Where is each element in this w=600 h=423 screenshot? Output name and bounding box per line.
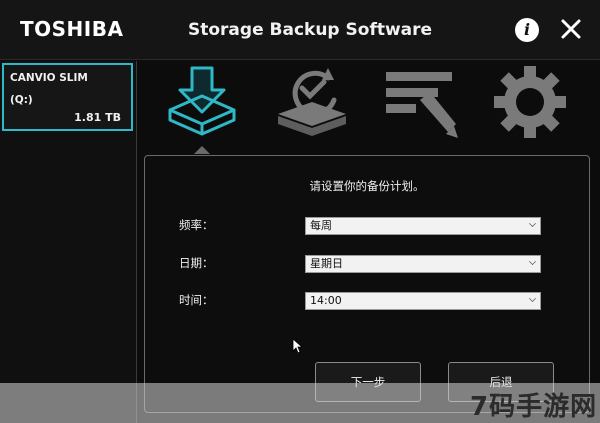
frequency-select[interactable]: 每周 [305, 217, 541, 235]
chevron-down-icon [529, 258, 536, 265]
device-capacity: 1.81 TB [74, 111, 121, 124]
date-value: 星期日 [310, 257, 343, 270]
chevron-down-icon [529, 295, 536, 302]
settings-gear-icon[interactable] [490, 64, 570, 140]
device-item-canvio-slim[interactable]: CANVIO SLIM (Q:) 1.81 TB [2, 63, 133, 131]
chevron-down-icon [529, 220, 536, 227]
watermark-text: 7码手游网 [470, 392, 598, 422]
time-label: 时间： [179, 293, 214, 307]
frequency-label: 频率： [179, 218, 214, 232]
frequency-value: 每周 [310, 219, 332, 232]
time-select[interactable]: 14:00 [305, 292, 541, 310]
title-bar: TOSHIBA Storage Backup Software i [0, 0, 600, 60]
schedule-panel: 请设置你的备份计划。 频率： 每周 日期： 星期日 时间： 14:00 下一步 … [144, 155, 590, 413]
app-title: Storage Backup Software [188, 20, 433, 40]
schedule-prompt: 请设置你的备份计划。 [309, 179, 425, 193]
time-value: 14:00 [310, 294, 342, 307]
brand-logo: TOSHIBA [20, 17, 124, 41]
device-drive-letter: (Q:) [10, 94, 33, 106]
close-icon[interactable] [558, 16, 584, 42]
date-select[interactable]: 星期日 [305, 255, 541, 273]
date-label: 日期： [179, 256, 214, 270]
edit-list-icon[interactable] [380, 64, 460, 140]
active-tab-pointer [194, 146, 210, 154]
mouse-cursor-icon [292, 338, 304, 354]
device-sidebar: CANVIO SLIM (Q:) 1.81 TB [0, 61, 137, 423]
backup-download-icon[interactable] [162, 64, 242, 140]
device-name: CANVIO SLIM [10, 72, 88, 84]
info-icon[interactable]: i [515, 18, 539, 42]
restore-check-icon[interactable] [272, 64, 352, 140]
